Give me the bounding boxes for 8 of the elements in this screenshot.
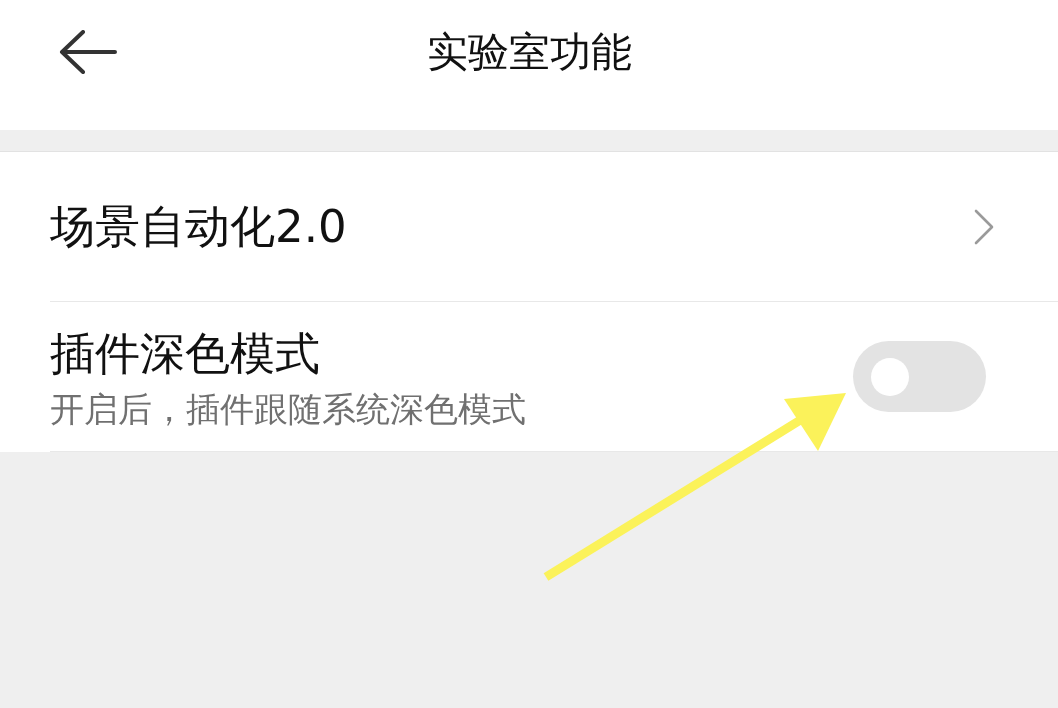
toggle-thumb — [871, 357, 909, 396]
setting-title: 插件深色模式 — [50, 331, 321, 376]
page-title: 实验室功能 — [426, 31, 632, 73]
back-arrow-icon — [59, 30, 117, 74]
chevron-right-icon — [974, 208, 994, 245]
setting-description: 开启后，插件跟随系统深色模式 — [50, 392, 526, 426]
setting-title: 场景自动化2.0 — [50, 204, 347, 249]
back-button[interactable] — [58, 30, 118, 74]
